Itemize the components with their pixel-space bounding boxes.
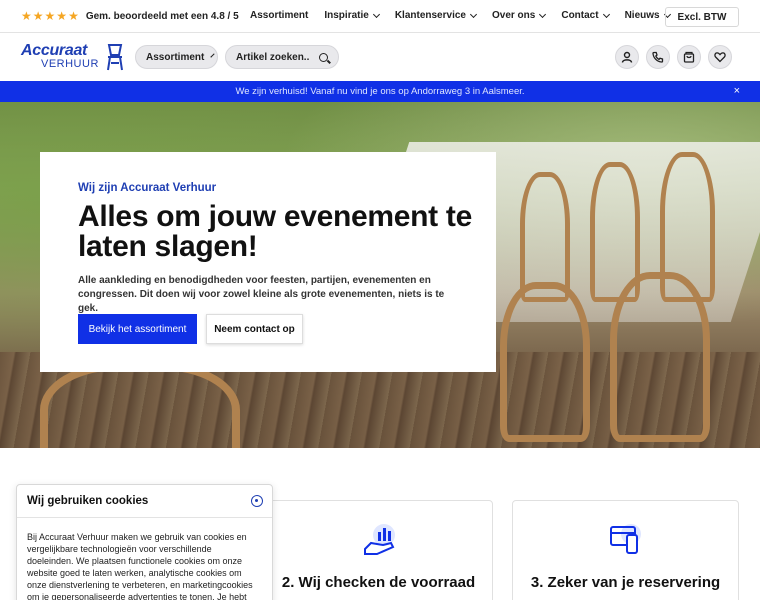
assortiment-label: Assortiment — [146, 51, 205, 63]
announcement-banner: We zijn verhuisd! Vanaf nu vind je ons o… — [0, 81, 760, 102]
feature-title: 3. Zeker van je reservering — [530, 574, 721, 591]
nav-label: Klantenservice — [394, 10, 466, 21]
nav-klantenservice[interactable]: Klantenservice — [394, 10, 478, 21]
feature-title: 2. Wij checken de voorraad — [281, 574, 476, 591]
devices-icon — [610, 524, 641, 554]
nav-label: Over ons — [491, 10, 536, 21]
main-header: Accuraat VERHUUR Assortiment Artikel zoe… — [0, 33, 760, 81]
chevron-down-icon — [602, 10, 610, 18]
nav-label: Nieuws — [624, 10, 660, 21]
star-icon: ★ — [68, 9, 79, 23]
chevron-down-icon — [372, 10, 380, 18]
nav-label: Contact — [561, 10, 599, 21]
btw-toggle[interactable]: Excl. BTW — [665, 7, 739, 27]
shopping-bag-icon — [683, 51, 695, 63]
rating-text: Gem. beoordeeld met een 4.8 / 5 — [85, 10, 239, 22]
banner-text: We zijn verhuisd! Vanaf nu vind je ons o… — [235, 86, 525, 97]
nav-over-ons[interactable]: Over ons — [491, 10, 547, 21]
phone-button[interactable] — [646, 45, 670, 69]
hero-title: Alles om jouw evenement te laten slagen! — [78, 200, 472, 263]
nav-contact[interactable]: Contact — [561, 10, 610, 21]
feature-card-reservation: 3. Zeker van je reservering — [512, 500, 739, 600]
feature-card-stock-check: 2. Wij checken de voorraad — [264, 500, 493, 600]
top-nav: Assortiment Inspiratie Klantenservice Ov… — [250, 10, 686, 21]
hero-section: Wij zijn Accuraat Verhuur Alles om jouw … — [0, 102, 760, 448]
chair-logo-icon — [107, 44, 123, 71]
view-assortment-button[interactable]: Bekijk het assortiment — [78, 314, 197, 344]
logo-subtext: VERHUUR — [41, 58, 99, 70]
nav-assortiment[interactable]: Assortiment — [250, 10, 308, 21]
chevron-down-icon — [210, 53, 215, 58]
cart-button[interactable] — [677, 45, 701, 69]
nav-inspiratie[interactable]: Inspiratie — [324, 10, 380, 21]
cookie-icon[interactable] — [251, 495, 263, 507]
chevron-down-icon — [539, 10, 547, 18]
nav-nieuws[interactable]: Nieuws — [624, 10, 671, 21]
search-input[interactable]: Artikel zoeken.. — [225, 45, 339, 69]
hero-background-chair — [610, 272, 710, 442]
hero-background-chair — [500, 282, 590, 442]
star-icon: ★ — [44, 9, 56, 23]
wishlist-button[interactable] — [708, 45, 732, 69]
nav-label: Inspiratie — [324, 10, 369, 21]
cookie-title: Wij gebruiken cookies — [27, 495, 149, 507]
user-icon — [621, 51, 633, 63]
logo[interactable]: Accuraat VERHUUR — [21, 42, 125, 72]
hero-subtitle: Alle aankleding en benodigdheden voor fe… — [78, 275, 445, 314]
cookie-body: Bij Accuraat Verhuur maken we gebruik va… — [27, 532, 253, 600]
rating: ★ ★ ★ ★ ★ Gem. beoordeeld met een 4.8 / … — [21, 10, 239, 22]
hero-card: Wij zijn Accuraat Verhuur Alles om jouw … — [40, 152, 496, 372]
chevron-down-icon — [469, 10, 478, 18]
rating-stars: ★ ★ ★ ★ ★ — [21, 10, 79, 22]
hero-background-chair — [40, 362, 240, 448]
phone-icon — [652, 51, 664, 63]
star-icon: ★ — [21, 9, 32, 23]
top-bar: ★ ★ ★ ★ ★ Gem. beoordeeld met een 4.8 / … — [0, 0, 760, 33]
cookie-header: Wij gebruiken cookies — [17, 485, 272, 518]
close-icon[interactable]: × — [734, 85, 740, 97]
search-placeholder: Artikel zoeken.. — [236, 51, 310, 63]
search-icon[interactable] — [319, 52, 328, 62]
star-icon: ★ — [56, 9, 68, 23]
stock-check-icon — [364, 524, 395, 555]
contact-button[interactable]: Neem contact op — [206, 314, 303, 344]
assortiment-dropdown[interactable]: Assortiment — [135, 45, 218, 69]
hero-eyebrow: Wij zijn Accuraat Verhuur — [78, 182, 217, 194]
nav-label: Assortiment — [250, 10, 309, 21]
account-button[interactable] — [615, 45, 639, 69]
cookie-consent-panel: Wij gebruiken cookies Bij Accuraat Verhu… — [16, 484, 273, 600]
star-icon: ★ — [32, 9, 44, 23]
heart-icon — [714, 52, 726, 63]
